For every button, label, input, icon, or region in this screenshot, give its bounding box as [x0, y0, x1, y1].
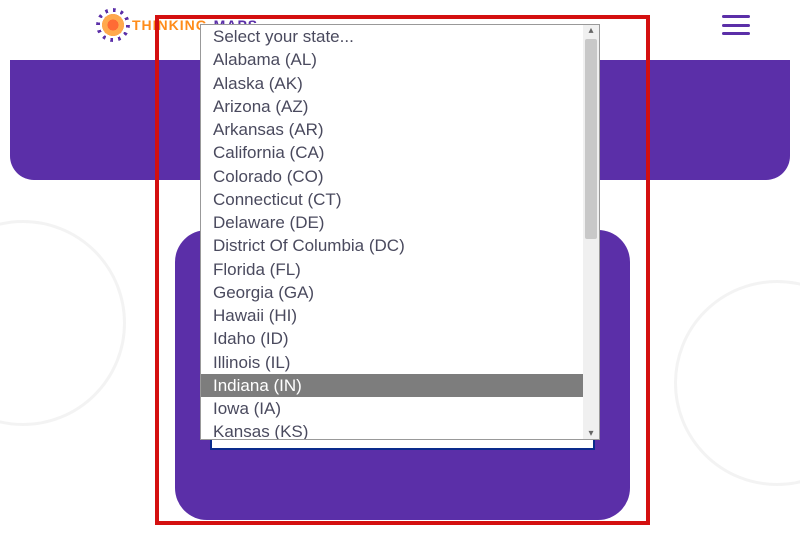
- sun-icon: [100, 12, 126, 38]
- scrollbar-thumb[interactable]: [585, 39, 597, 239]
- state-option[interactable]: Kansas (KS): [201, 420, 583, 439]
- state-option[interactable]: Alaska (AK): [201, 72, 583, 95]
- state-option[interactable]: Illinois (IL): [201, 351, 583, 374]
- state-option[interactable]: Delaware (DE): [201, 211, 583, 234]
- state-option[interactable]: Idaho (ID): [201, 327, 583, 350]
- state-option[interactable]: California (CA): [201, 141, 583, 164]
- state-option[interactable]: Hawaii (HI): [201, 304, 583, 327]
- state-option[interactable]: Georgia (GA): [201, 281, 583, 304]
- state-dropdown-list[interactable]: Select your state...Alabama (AL)Alaska (…: [201, 25, 583, 439]
- state-option[interactable]: Arkansas (AR): [201, 118, 583, 141]
- state-option[interactable]: Arizona (AZ): [201, 95, 583, 118]
- state-option[interactable]: Alabama (AL): [201, 48, 583, 71]
- state-dropdown: Select your state...Alabama (AL)Alaska (…: [200, 24, 600, 440]
- state-option[interactable]: Colorado (CO): [201, 165, 583, 188]
- logo-text-thinking: THINKING: [132, 17, 208, 33]
- state-option[interactable]: Florida (FL): [201, 258, 583, 281]
- state-option[interactable]: District Of Columbia (DC): [201, 234, 583, 257]
- state-option[interactable]: Iowa (IA): [201, 397, 583, 420]
- state-option[interactable]: Connecticut (CT): [201, 188, 583, 211]
- state-option[interactable]: Indiana (IN): [201, 374, 583, 397]
- scrollbar[interactable]: [583, 25, 599, 439]
- hamburger-menu-icon[interactable]: [722, 15, 750, 35]
- state-option[interactable]: Select your state...: [201, 25, 583, 48]
